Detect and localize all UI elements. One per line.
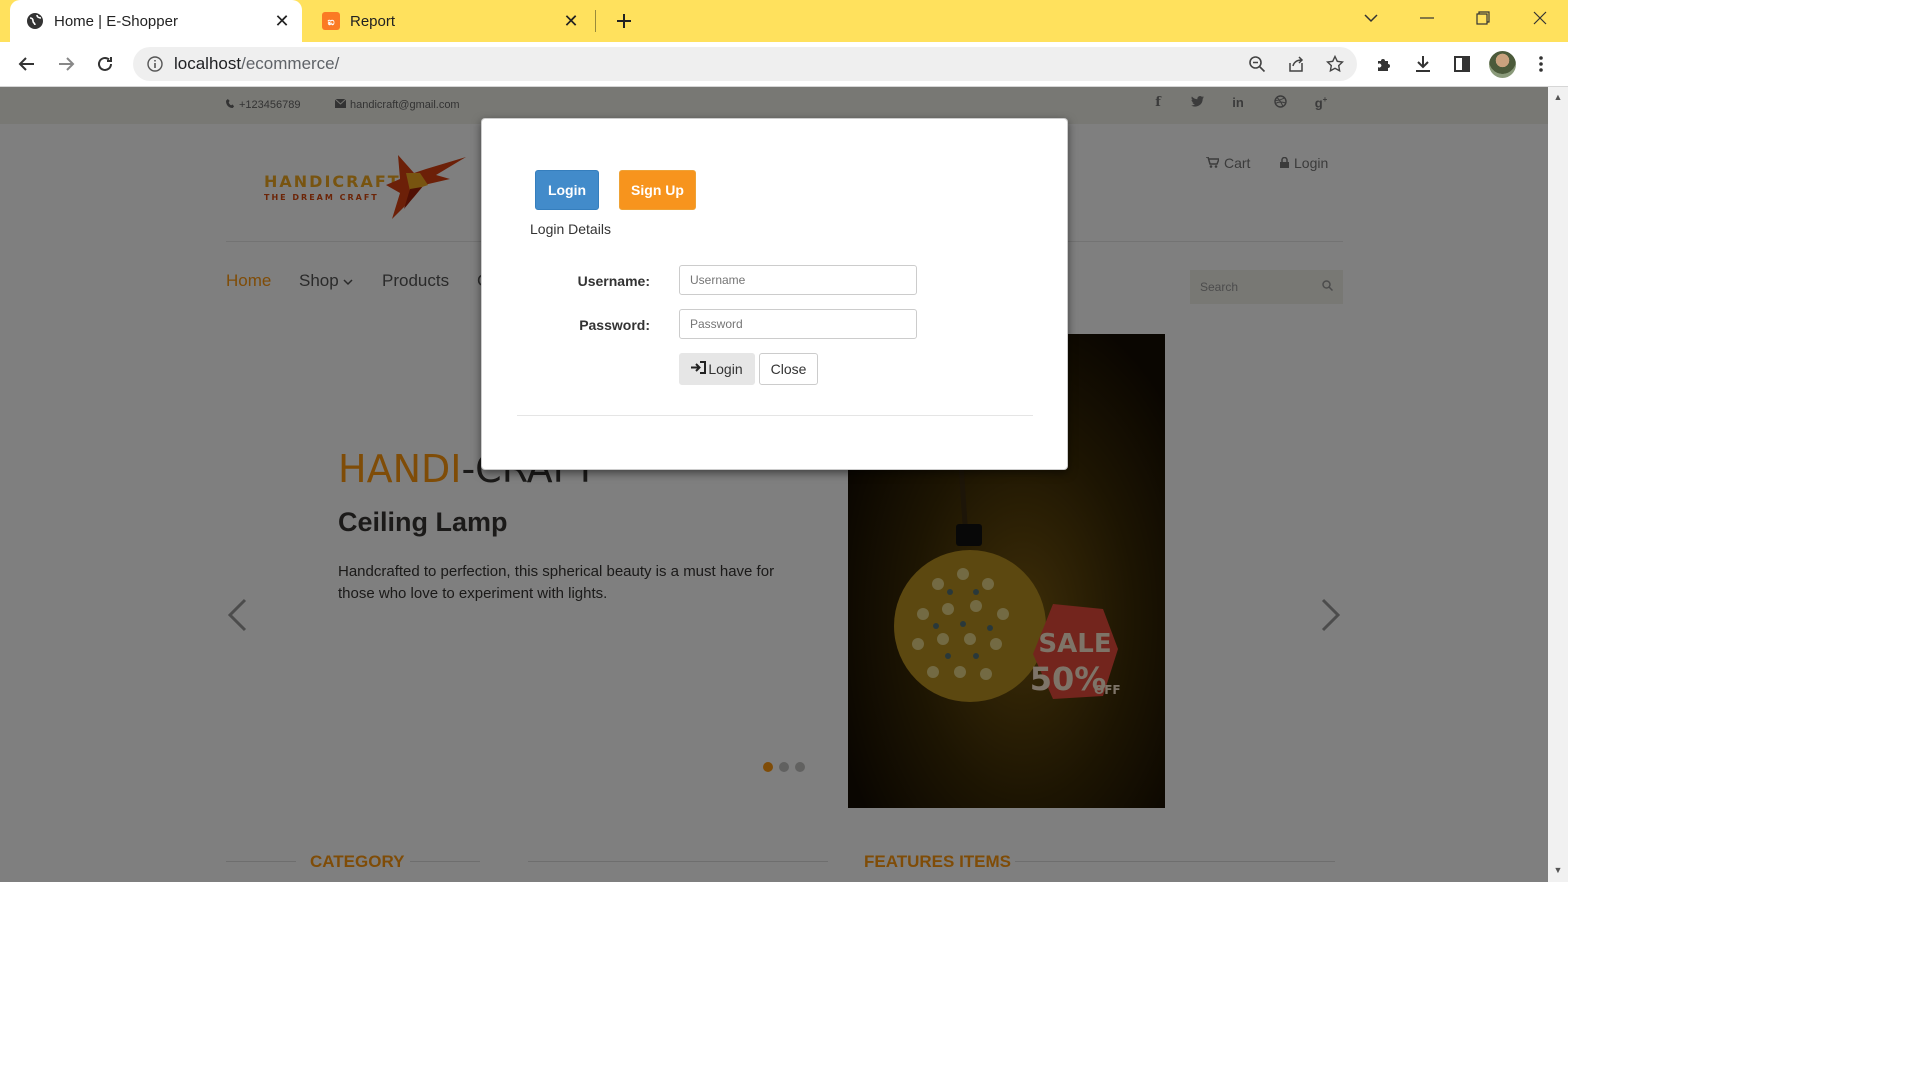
scroll-down-icon[interactable]: ▼ xyxy=(1552,864,1564,876)
window-close-icon[interactable] xyxy=(1520,4,1560,32)
modal-footer-divider xyxy=(517,415,1033,416)
tab-title: Report xyxy=(350,12,396,30)
scroll-up-icon[interactable]: ▲ xyxy=(1552,91,1564,103)
tab-separator xyxy=(595,10,596,32)
close-tab-icon[interactable]: ✕ xyxy=(270,9,294,33)
address-bar[interactable]: localhost/ecommerce/ xyxy=(133,47,1357,81)
password-label: Password: xyxy=(579,317,650,333)
signup-tab-button[interactable]: Sign Up xyxy=(619,170,696,210)
zoom-icon[interactable] xyxy=(1240,47,1274,81)
close-tab-icon[interactable]: ✕ xyxy=(559,9,583,33)
login-modal: Login Sign Up Login Details Username: Pa… xyxy=(481,118,1068,470)
username-label: Username: xyxy=(577,273,650,289)
login-tab-button[interactable]: Login xyxy=(535,170,599,210)
login-details-heading: Login Details xyxy=(530,221,611,237)
profile-avatar[interactable] xyxy=(1489,51,1516,78)
restore-icon[interactable] xyxy=(1463,4,1503,32)
username-input[interactable] xyxy=(679,265,917,295)
globe-icon xyxy=(26,12,44,30)
site-info-icon[interactable] xyxy=(145,54,165,74)
sign-in-icon xyxy=(691,361,707,377)
forward-icon[interactable] xyxy=(50,48,82,80)
url-text: localhost/ecommerce/ xyxy=(174,54,340,73)
browser-toolbar: localhost/ecommerce/ xyxy=(0,42,1568,87)
page-scrollbar[interactable]: ▲ ▼ xyxy=(1548,87,1568,882)
close-button[interactable]: Close xyxy=(759,353,818,385)
tab-search-chevron-icon[interactable] xyxy=(1351,4,1391,32)
tab-report[interactable]: ಐ Report ✕ xyxy=(306,0,591,42)
login-submit-button[interactable]: Login xyxy=(679,353,755,385)
back-icon[interactable] xyxy=(11,48,43,80)
tab-home[interactable]: Home | E-Shopper ✕ xyxy=(10,0,302,42)
password-input[interactable] xyxy=(679,309,917,339)
extensions-icon[interactable] xyxy=(1368,48,1400,80)
side-panel-icon[interactable] xyxy=(1446,48,1478,80)
share-icon[interactable] xyxy=(1279,47,1313,81)
new-tab-icon[interactable] xyxy=(611,9,637,33)
svg-text:ಐ: ಐ xyxy=(327,15,334,28)
browser-tab-strip: Home | E-Shopper ✕ ಐ Report ✕ xyxy=(0,0,1568,42)
download-icon[interactable] xyxy=(1407,48,1439,80)
browser-menu-icon[interactable] xyxy=(1525,48,1557,80)
reload-icon[interactable] xyxy=(89,48,121,80)
tab-title: Home | E-Shopper xyxy=(54,12,178,30)
bookmark-star-icon[interactable] xyxy=(1318,47,1352,81)
minimize-icon[interactable] xyxy=(1407,4,1447,32)
xampp-icon: ಐ xyxy=(322,12,340,30)
